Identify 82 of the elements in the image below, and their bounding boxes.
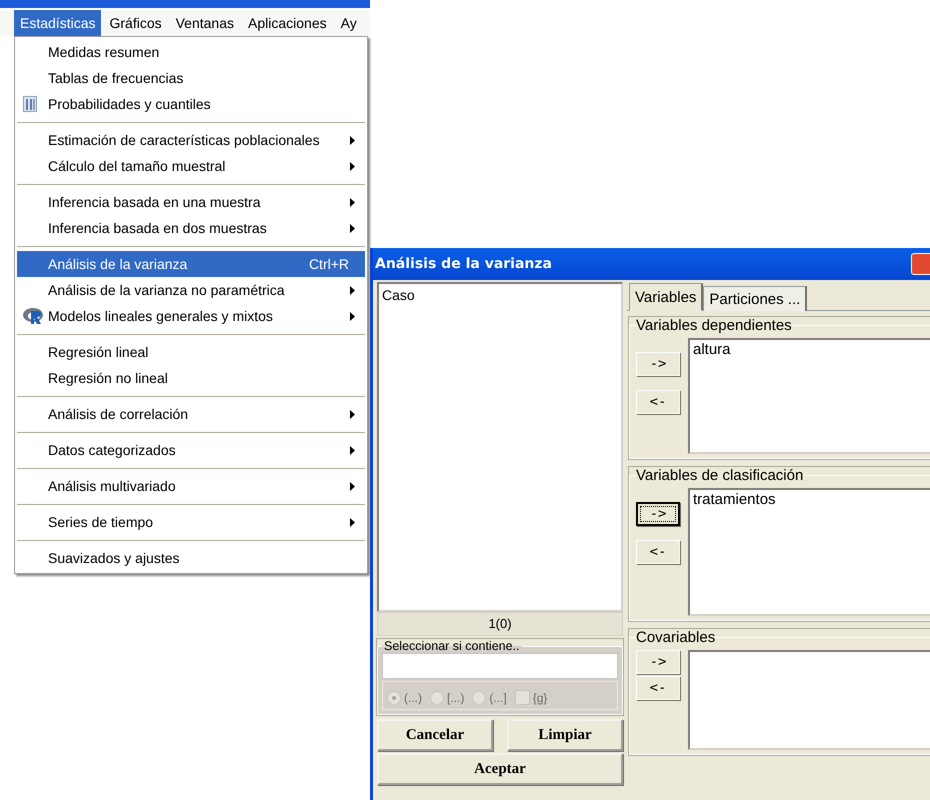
menu-item[interactable]: Datos categorizados <box>17 437 365 463</box>
menu-item[interactable]: Series de tiempo <box>17 509 365 535</box>
menu-item-label: Análisis de la varianza <box>48 256 188 272</box>
menu-item[interactable]: Inferencia basada en una muestra <box>17 189 365 215</box>
submenu-arrow-icon <box>350 446 355 454</box>
close-button[interactable] <box>911 253 930 275</box>
tab[interactable]: Particiones ... <box>703 286 808 311</box>
menu-item-label: Series de tiempo <box>48 514 154 530</box>
menu-item-label: Cálculo del tamaño muestral <box>48 158 226 174</box>
r-logo-icon <box>23 307 45 325</box>
menu-item[interactable]: Análisis de correlación <box>17 401 365 427</box>
add-button[interactable]: -> <box>636 502 680 526</box>
submenu-arrow-icon <box>350 198 355 206</box>
group-legend: Variables de clasificación <box>636 467 804 484</box>
menu-item-label: Inferencia basada en una muestra <box>48 194 262 210</box>
menu-item-label: Estimación de características poblacionales <box>48 132 321 148</box>
submenu-arrow-icon <box>350 162 355 170</box>
menu-item[interactable]: Suavizados y ajustes <box>17 545 365 571</box>
option-label: {g} <box>532 690 548 704</box>
accept-button[interactable]: Aceptar <box>377 753 623 785</box>
filter-field[interactable] <box>382 653 618 679</box>
submenu-arrow-icon <box>350 482 355 490</box>
target-list[interactable]: altura <box>688 338 930 454</box>
menu-item-label: Tablas de frecuencias <box>48 70 184 86</box>
submenu-arrow-icon <box>350 286 355 294</box>
list-item[interactable]: tratamientos <box>693 491 930 509</box>
menu-item[interactable]: Regresión no lineal <box>17 365 365 391</box>
group-legend: Variables dependientes <box>636 317 792 334</box>
menu-item[interactable]: Regresión lineal <box>17 339 365 365</box>
menu-item[interactable]: Probabilidades y cuantiles <box>17 91 365 117</box>
menu-item-label: Análisis de la varianza no paramétrica <box>48 282 286 298</box>
remove-button[interactable]: <- <box>636 390 680 414</box>
menu-item-label: Análisis de correlación <box>48 406 190 422</box>
menu-item-label: Inferencia basada en dos muestras <box>48 220 268 236</box>
menu-item[interactable]: Inferencia basada en dos muestras <box>17 215 365 241</box>
grid-icon <box>23 96 37 112</box>
menu-item[interactable]: Estimación de características poblacionales <box>17 127 365 153</box>
group-legend: Covariables <box>636 629 716 646</box>
menu-bar-item[interactable]: Gráficos <box>103 10 168 36</box>
menu-item[interactable]: Cálculo del tamaño muestral <box>17 153 365 179</box>
option-label: [...) <box>447 690 464 704</box>
menu-item[interactable]: Tablas de frecuencias <box>17 65 365 91</box>
count-label: 1(0) <box>377 612 623 636</box>
remove-button[interactable]: <- <box>636 540 680 564</box>
add-button[interactable]: -> <box>636 650 680 674</box>
option-label: (...] <box>489 690 507 704</box>
menu-item-label: Suavizados y ajustes <box>48 550 181 566</box>
submenu-arrow-icon <box>350 136 355 144</box>
menu-item[interactable]: Análisis de la varianza no paramétrica <box>17 277 365 303</box>
clear-button[interactable]: Limpiar <box>507 719 623 751</box>
cancel-button[interactable]: Cancelar <box>377 719 493 751</box>
menu-item-label: Probabilidades y cuantiles <box>48 96 212 112</box>
menu-item-label: Modelos lineales generales y mixtos <box>48 308 274 324</box>
list-item[interactable]: Caso <box>382 286 618 304</box>
submenu-arrow-icon <box>350 312 355 320</box>
menu-bar-item[interactable]: Estadísticas <box>14 10 102 36</box>
submenu-arrow-icon <box>350 518 355 526</box>
submenu-arrow-icon <box>350 410 355 418</box>
dialog-title: Análisis de la varianza <box>375 256 552 272</box>
tab[interactable]: Variables <box>629 283 704 311</box>
menu-item[interactable]: Medidas resumen <box>17 39 365 65</box>
add-button[interactable]: -> <box>636 352 680 376</box>
target-list[interactable] <box>688 650 930 750</box>
menu-item-label: Medidas resumen <box>48 44 160 60</box>
menu-bar-item[interactable]: Ay <box>334 10 363 36</box>
menu-bar-item[interactable]: Ventanas <box>170 10 240 36</box>
remove-button[interactable]: <- <box>636 676 680 700</box>
group-legend: Seleccionar si contiene.. <box>382 639 522 653</box>
menu-item[interactable]: Análisis de la varianza Ctrl+R <box>17 251 365 277</box>
list-item[interactable]: altura <box>693 341 930 359</box>
target-list[interactable]: tratamientos <box>688 488 930 616</box>
menu-item[interactable]: Modelos lineales generales y mixtos <box>17 303 365 329</box>
option-label: (...) <box>404 690 422 704</box>
menu-item-label: Análisis multivariado <box>48 478 177 494</box>
shortcut-label: Ctrl+R <box>308 256 349 272</box>
menu-bar-item[interactable]: Aplicaciones <box>242 10 333 36</box>
variables-list[interactable]: Caso <box>377 282 623 612</box>
submenu-arrow-icon <box>350 224 355 232</box>
menu-item[interactable]: Análisis multivariado <box>17 473 365 499</box>
menu-item-label: Regresión lineal <box>48 344 150 360</box>
menu-item-label: Datos categorizados <box>48 442 177 458</box>
menu-item-label: Regresión no lineal <box>48 370 169 386</box>
